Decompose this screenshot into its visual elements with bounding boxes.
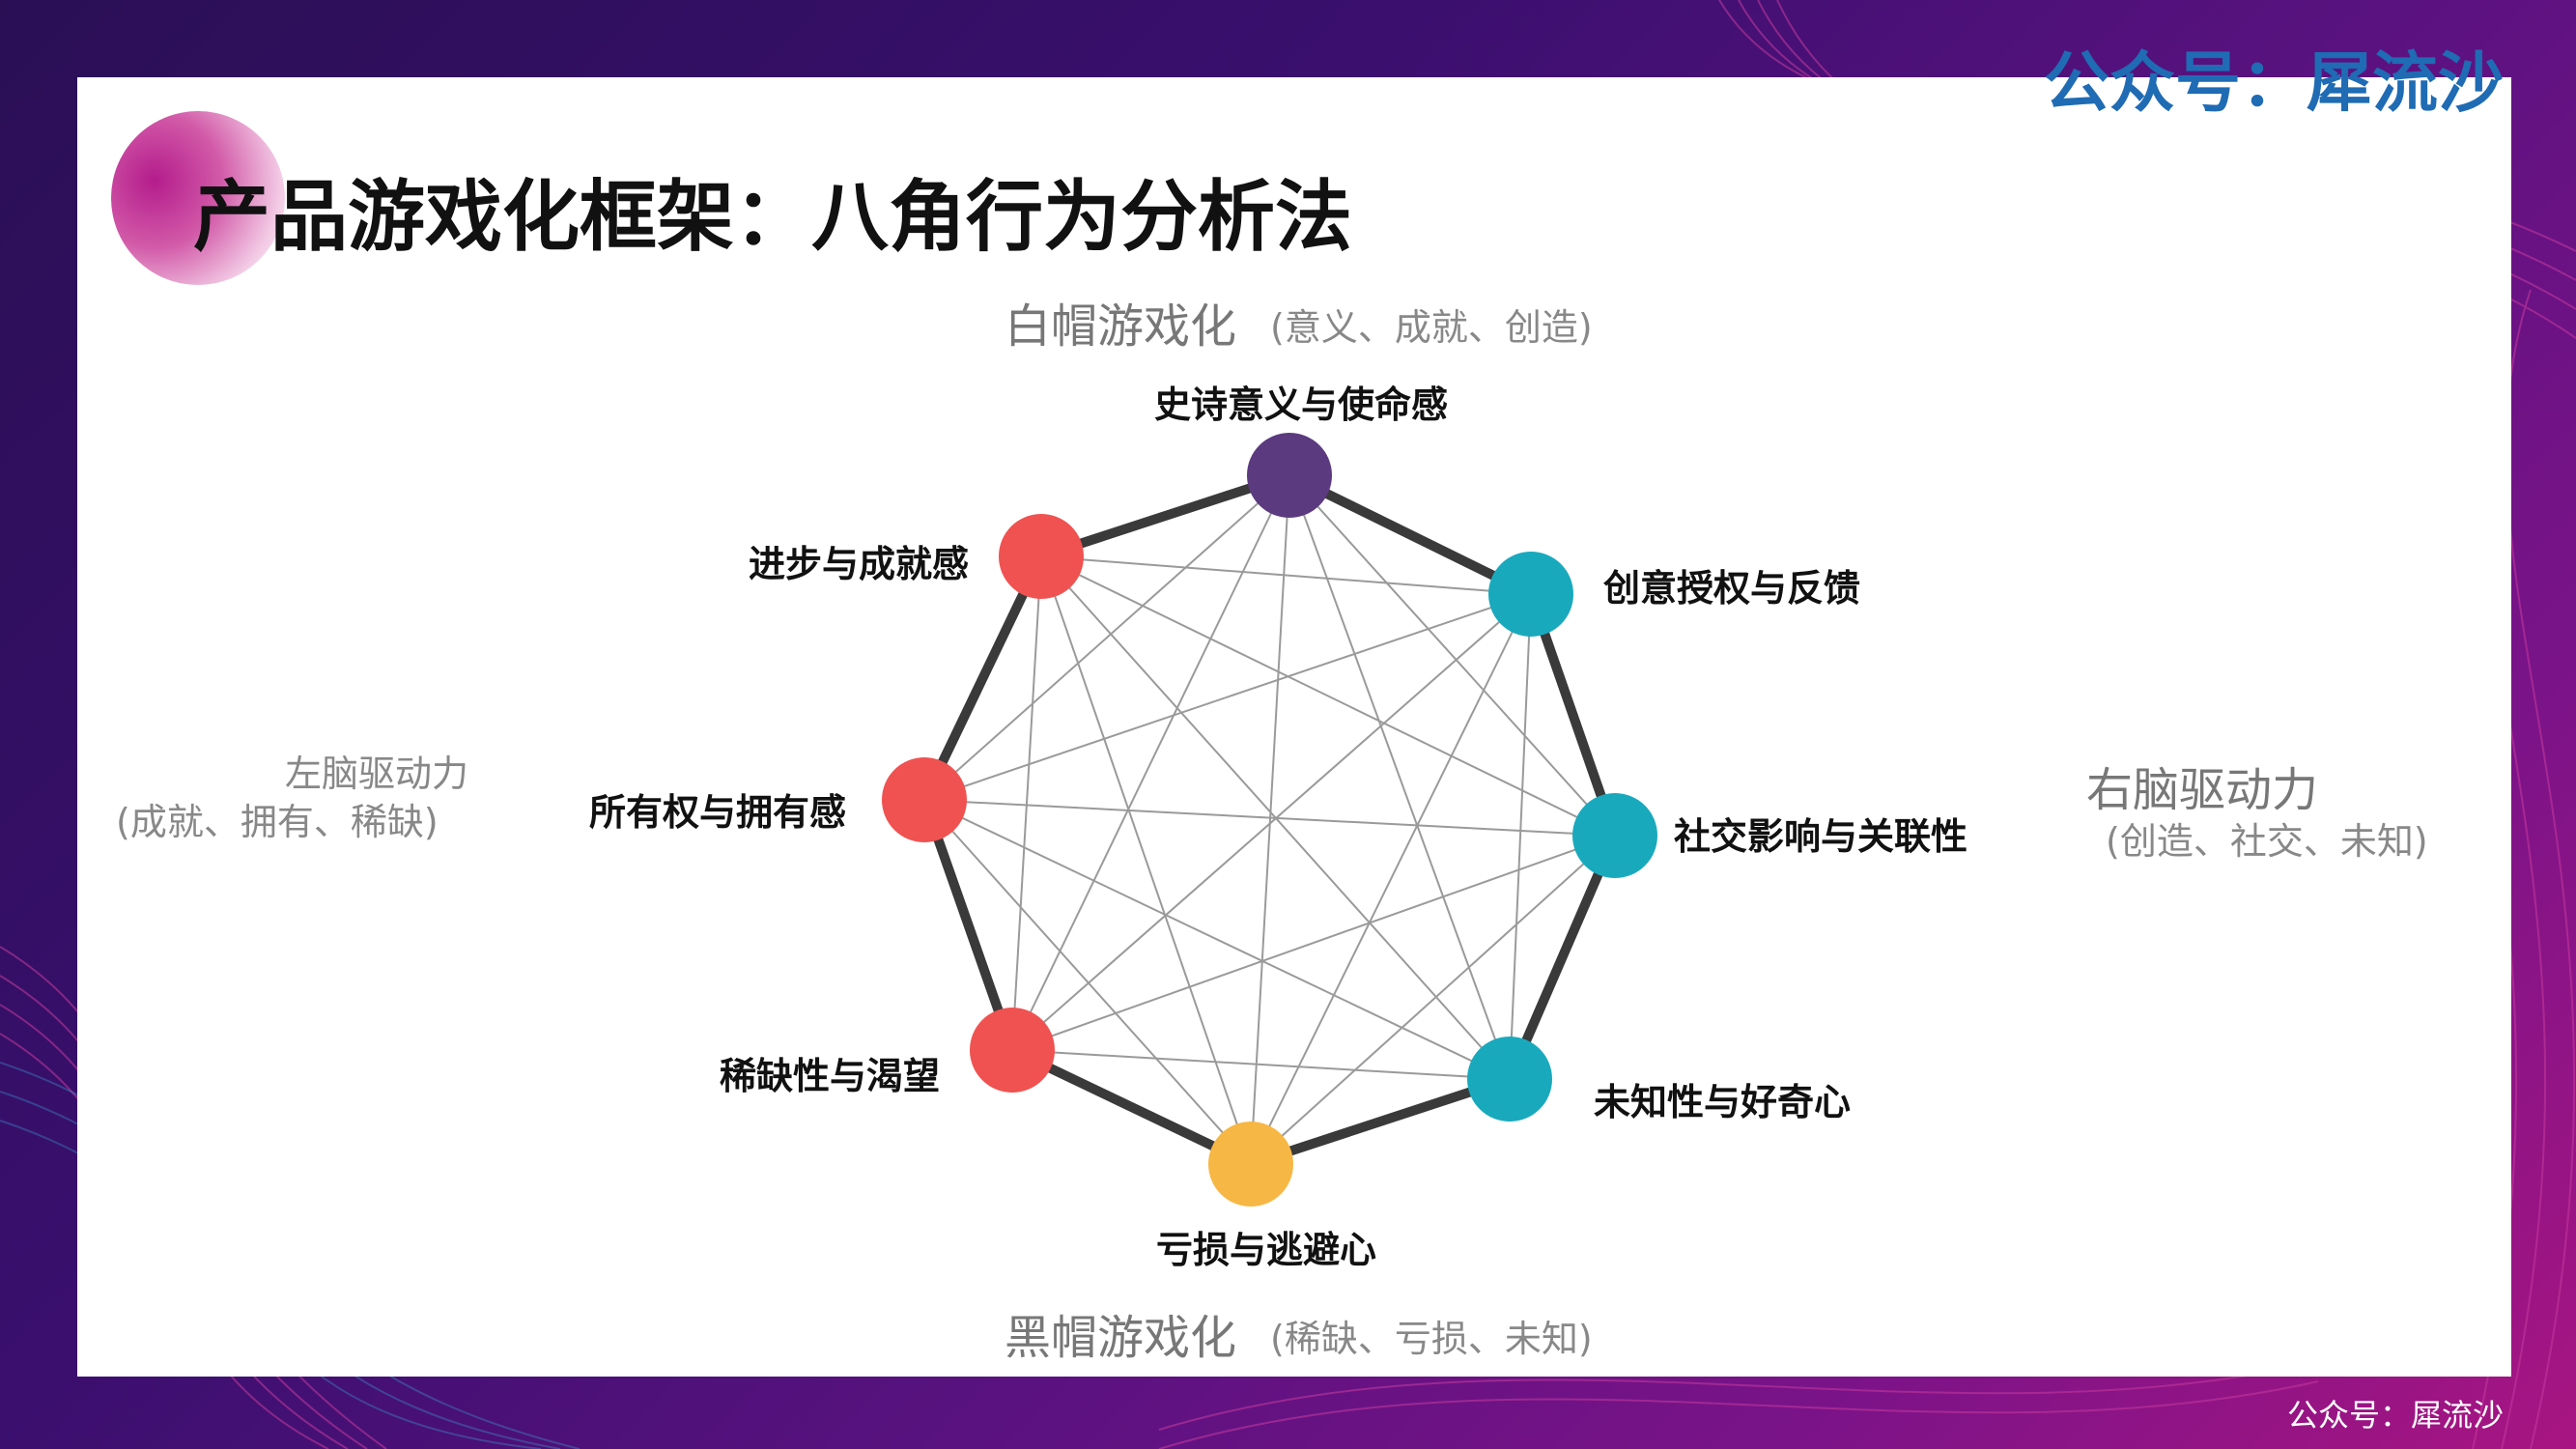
node-label-ownership: 所有权与拥有感 (589, 791, 847, 834)
node-circle (999, 514, 1084, 599)
connection-line (923, 474, 1290, 801)
node-label-unpredictability: 未知性与好奇心 (1594, 1081, 1852, 1123)
connection-line (1040, 555, 1252, 1165)
node-label-accomplishment: 进步与成就感 (749, 543, 970, 585)
connection-line (1288, 474, 1616, 837)
node-circle (1572, 793, 1657, 878)
connection-line (1040, 555, 1511, 1080)
connection-line (1250, 835, 1616, 1165)
node-label-scarcity: 稀缺性与渴望 (720, 1055, 941, 1097)
connection-line (1011, 555, 1042, 1051)
node-circle (1247, 433, 1332, 518)
node-circle (1208, 1122, 1293, 1207)
node-label-social-influence: 社交影响与关联性 (1674, 815, 1968, 858)
connection-line (1509, 593, 1532, 1080)
connection-line (1011, 1049, 1511, 1080)
node-label-loss-avoidance: 亏损与逃避心 (1156, 1229, 1377, 1271)
node-circle (1467, 1037, 1552, 1122)
node-circle (882, 757, 967, 842)
node-circle (1488, 552, 1573, 637)
node-circle (970, 1008, 1055, 1093)
connection-line (1250, 474, 1290, 1165)
node-label-empowerment: 创意授权与反馈 (1603, 567, 1861, 610)
connection-line (923, 593, 1532, 801)
connection-line (1011, 835, 1616, 1051)
node-label-epic-meaning: 史诗意义与使命感 (1154, 384, 1449, 426)
